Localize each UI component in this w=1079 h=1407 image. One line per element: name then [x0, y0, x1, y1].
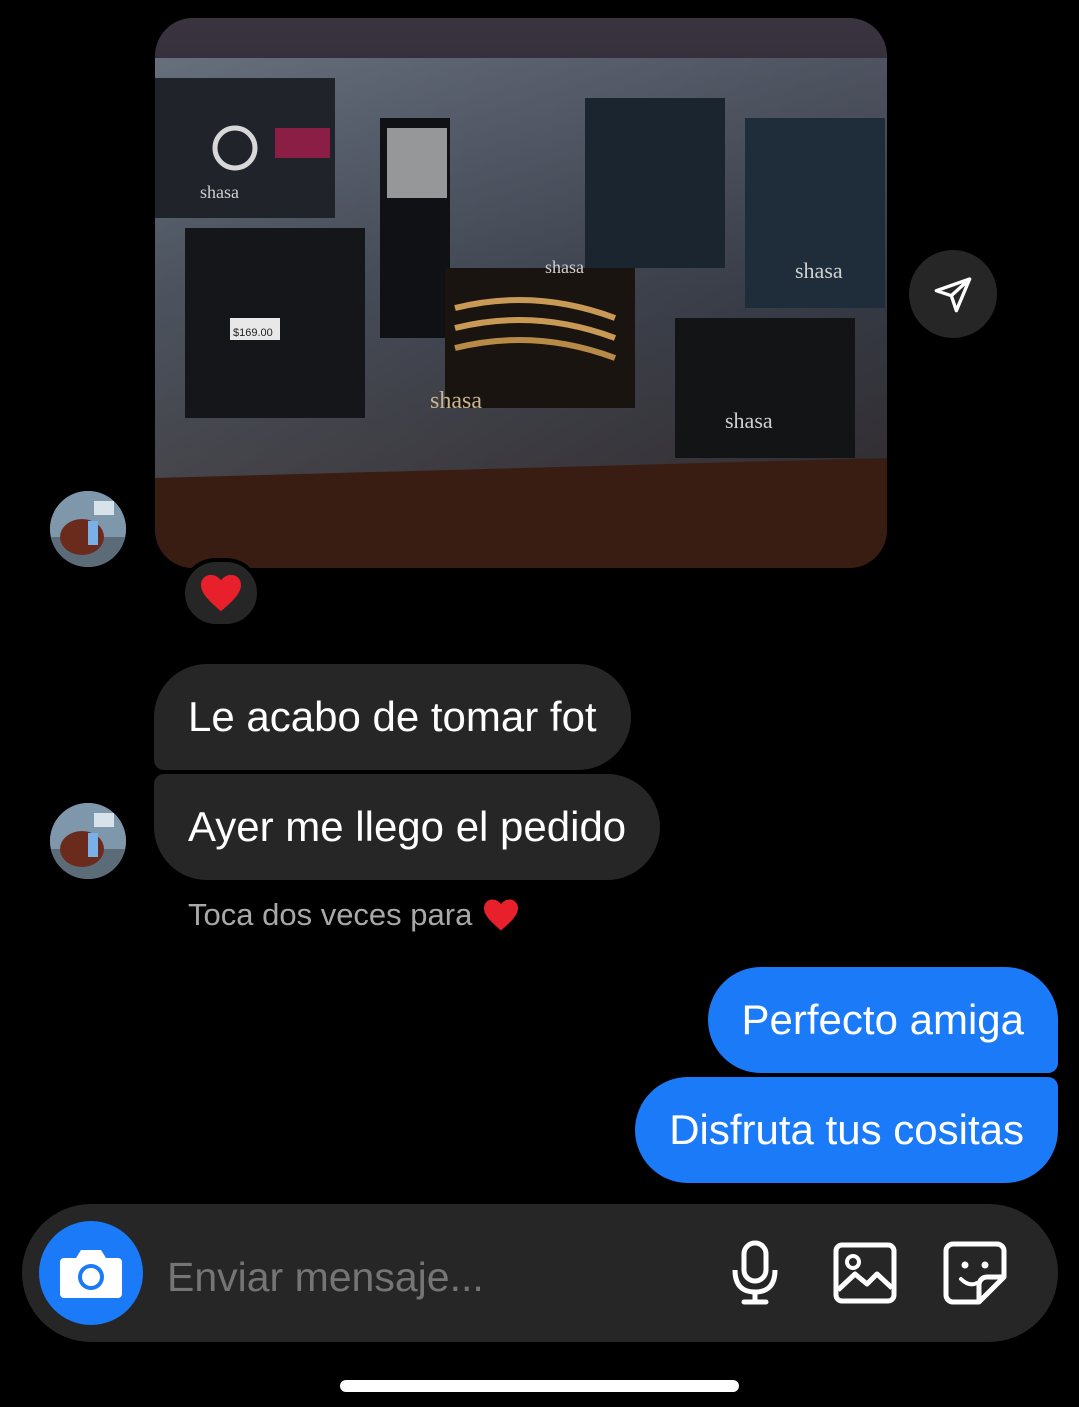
sticker-icon: [943, 1241, 1007, 1305]
heart-icon: [201, 574, 241, 612]
message-input[interactable]: [167, 1252, 687, 1302]
message-text: Perfecto amiga: [741, 996, 1024, 1043]
hint-text: Toca dos veces para: [188, 897, 473, 932]
send-icon: [934, 277, 972, 313]
photo-brand-label: shasa: [725, 408, 773, 433]
double-tap-hint: Toca dos veces para: [188, 897, 520, 933]
gallery-icon: [833, 1242, 897, 1304]
message-text: Le acabo de tomar fot: [188, 693, 597, 740]
outgoing-message[interactable]: Disfruta tus cositas: [635, 1077, 1058, 1183]
microphone-icon: [732, 1240, 778, 1305]
photo-message[interactable]: shasa shasa shasa shasa shasa $169.00: [155, 18, 887, 568]
camera-button[interactable]: [39, 1221, 143, 1325]
incoming-message[interactable]: Ayer me llego el pedido: [154, 774, 661, 880]
outgoing-message[interactable]: Perfecto amiga: [707, 967, 1058, 1073]
home-indicator[interactable]: [340, 1380, 739, 1392]
avatar[interactable]: [50, 491, 126, 567]
camera-icon: [60, 1250, 122, 1298]
share-button[interactable]: [909, 250, 997, 338]
avatar[interactable]: [50, 803, 126, 879]
message-text: Disfruta tus cositas: [669, 1106, 1024, 1153]
sticker-button[interactable]: [940, 1238, 1010, 1308]
photo-brand-label: shasa: [430, 388, 482, 414]
message-text: Ayer me llego el pedido: [188, 803, 627, 850]
microphone-button[interactable]: [720, 1238, 790, 1308]
heart-reaction[interactable]: [181, 558, 261, 628]
incoming-message[interactable]: Le acabo de tomar fot: [154, 664, 631, 770]
photo-brand-label: shasa: [545, 257, 584, 277]
gallery-button[interactable]: [830, 1238, 900, 1308]
photo-brand-label: shasa: [795, 258, 843, 283]
photo-brand-label: shasa: [200, 182, 239, 202]
photo-image: shasa shasa shasa shasa shasa $169.00: [155, 18, 887, 568]
photo-price-tag: $169.00: [233, 327, 273, 339]
heart-icon: [484, 899, 519, 931]
